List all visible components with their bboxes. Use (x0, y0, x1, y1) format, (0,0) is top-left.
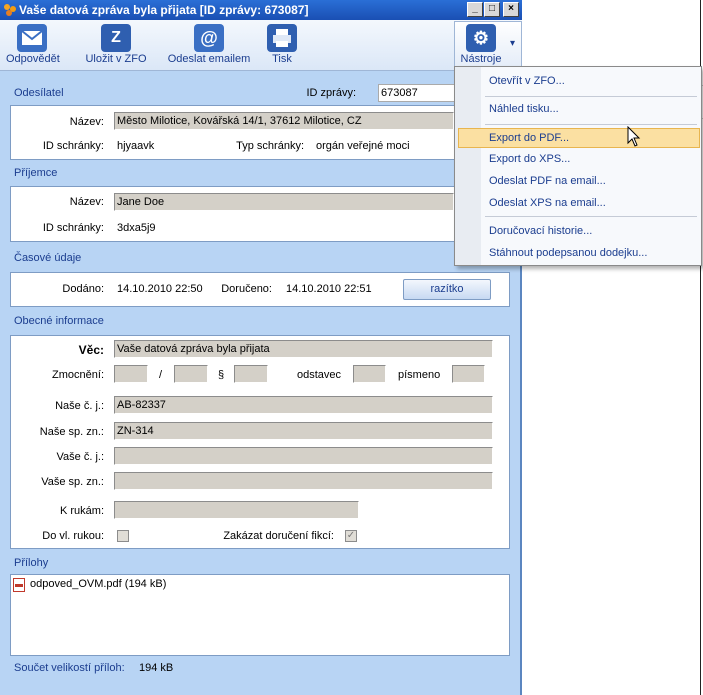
recipient-section-title: Příjemce (14, 167, 58, 179)
print-button[interactable]: Tisk (262, 21, 302, 71)
minimize-button[interactable]: _ (467, 2, 483, 17)
toolbar (0, 20, 522, 71)
attention-label: K rukám: (59, 505, 104, 517)
send-email-button[interactable]: @ Odeslat emailem (164, 21, 254, 71)
reply-button[interactable]: Odpovědět (6, 21, 60, 71)
subject-label: Věc: (78, 343, 104, 357)
odstavec-label: odstavec (297, 369, 342, 381)
attachments-total-label: Součet velikostí příloh: (14, 662, 125, 674)
sender-box-type: orgán veřejné moci (316, 140, 410, 152)
menu-item-open-zfo[interactable]: Otevřít v ZFO... (489, 72, 689, 90)
your-file-field[interactable] (114, 472, 493, 490)
attachment-item[interactable]: odpoved_OVM.pdf (194 kB) (30, 578, 166, 590)
paragraph-sign: § (218, 369, 225, 381)
attention-field[interactable] (114, 501, 359, 519)
authorization-year-field[interactable] (174, 365, 208, 383)
sender-name-label: Název: (69, 116, 104, 128)
at-sign-icon: @ (194, 24, 224, 52)
delivered-label: Dodáno: (62, 283, 104, 295)
our-file-label: Naše sp. zn.: (39, 426, 104, 438)
pismeno-field[interactable] (452, 365, 485, 383)
authorization-paragraph-field[interactable] (234, 365, 268, 383)
pismeno-label: písmeno (398, 369, 441, 381)
authorization-slash: / (159, 369, 163, 381)
reply-label: Odpovědět (6, 53, 60, 65)
authorization-label: Zmocnění: (52, 369, 104, 381)
subject-field[interactable]: Vaše datová zpráva byla přijata (114, 340, 493, 358)
menu-separator (485, 216, 697, 217)
recipient-name-label: Název: (69, 196, 104, 208)
print-label: Tisk (272, 53, 292, 65)
chevron-down-icon[interactable]: ▾ (510, 38, 515, 49)
menu-item-download-receipt[interactable]: Stáhnout podepsanou dodejku... (489, 244, 689, 262)
mouse-pointer-icon (627, 126, 641, 147)
sender-name-field[interactable]: Město Milotice, Kovářská 14/1, 37612 Mil… (114, 112, 454, 130)
envelope-reply-icon (17, 24, 47, 52)
sender-box-type-label: Typ schránky: (236, 140, 304, 152)
tools-button-content[interactable]: ⚙ Nástroje (456, 21, 506, 71)
recipient-name-field[interactable]: Jane Doe (114, 193, 454, 211)
delivered-value: 14.10.2010 22:50 (117, 283, 203, 295)
message-id-label: ID zprávy: (306, 87, 356, 99)
received-label: Doručeno: (221, 283, 272, 295)
menu-item-export-pdf[interactable]: Export do PDF... (489, 129, 689, 147)
attachments-section-title: Přílohy (14, 557, 49, 569)
sender-box-id-label: ID schránky: (42, 140, 104, 152)
message-id-field[interactable]: 673087 (378, 84, 458, 102)
menu-item-print-preview[interactable]: Náhled tisku... (489, 100, 689, 118)
sender-box-id: hjyaavk (117, 140, 155, 152)
save-zfo-button[interactable]: Z Uložit v ZFO (82, 21, 150, 71)
personal-delivery-checkbox[interactable] (117, 530, 129, 542)
personal-delivery-label: Do vl. rukou: (42, 530, 104, 542)
our-ref-label: Naše č. j.: (55, 400, 104, 412)
our-ref-field[interactable]: AB-82337 (114, 396, 493, 414)
recipient-box-id: 3dxa5j9 (117, 222, 156, 234)
menu-item-export-xps[interactable]: Export do XPS... (489, 150, 689, 168)
save-zfo-label: Uložit v ZFO (85, 53, 147, 65)
menu-item-delivery-history[interactable]: Doručovací historie... (489, 222, 689, 240)
menu-gutter (455, 67, 481, 265)
pdf-file-icon (13, 578, 25, 592)
stamp-button[interactable]: razítko (403, 279, 491, 300)
window-title: Vaše datová zpráva byla přijata [ID zprá… (19, 3, 309, 17)
menu-item-send-xps-email[interactable]: Odeslat XPS na email... (489, 194, 689, 212)
printer-icon (267, 24, 297, 52)
attachments-total-value: 194 kB (139, 662, 174, 674)
menu-separator (485, 124, 697, 125)
close-button[interactable]: × (503, 2, 519, 17)
forbid-fiction-checkbox[interactable]: ✓ (345, 530, 357, 542)
gear-icon: ⚙ (466, 24, 496, 52)
odstavec-field[interactable] (353, 365, 386, 383)
maximize-button[interactable]: □ (484, 2, 500, 17)
authorization-law-field[interactable] (114, 365, 148, 383)
received-value: 14.10.2010 22:51 (286, 283, 372, 295)
zfo-file-icon: Z (101, 24, 131, 52)
forbid-fiction-label: Zakázat doručení fikcí: (223, 530, 334, 542)
recipient-box-id-label: ID schránky: (42, 222, 104, 234)
app-logo-icon (4, 4, 16, 16)
menu-separator (485, 96, 697, 97)
tools-dropdown-menu: Otevřít v ZFO... Náhled tisku... Export … (454, 66, 702, 266)
your-file-label: Vaše sp. zn.: (41, 476, 104, 488)
your-ref-field[interactable] (114, 447, 493, 465)
your-ref-label: Vaše č. j.: (56, 451, 104, 463)
time-section-title: Časové údaje (14, 252, 82, 264)
send-email-label: Odeslat emailem (167, 53, 251, 65)
our-file-field[interactable]: ZN-314 (114, 422, 493, 440)
tools-label: Nástroje (460, 53, 502, 65)
menu-item-send-pdf-email[interactable]: Odeslat PDF na email... (489, 172, 689, 190)
general-section-title: Obecné informace (14, 315, 104, 327)
sender-section-title: Odesílatel (14, 87, 64, 99)
